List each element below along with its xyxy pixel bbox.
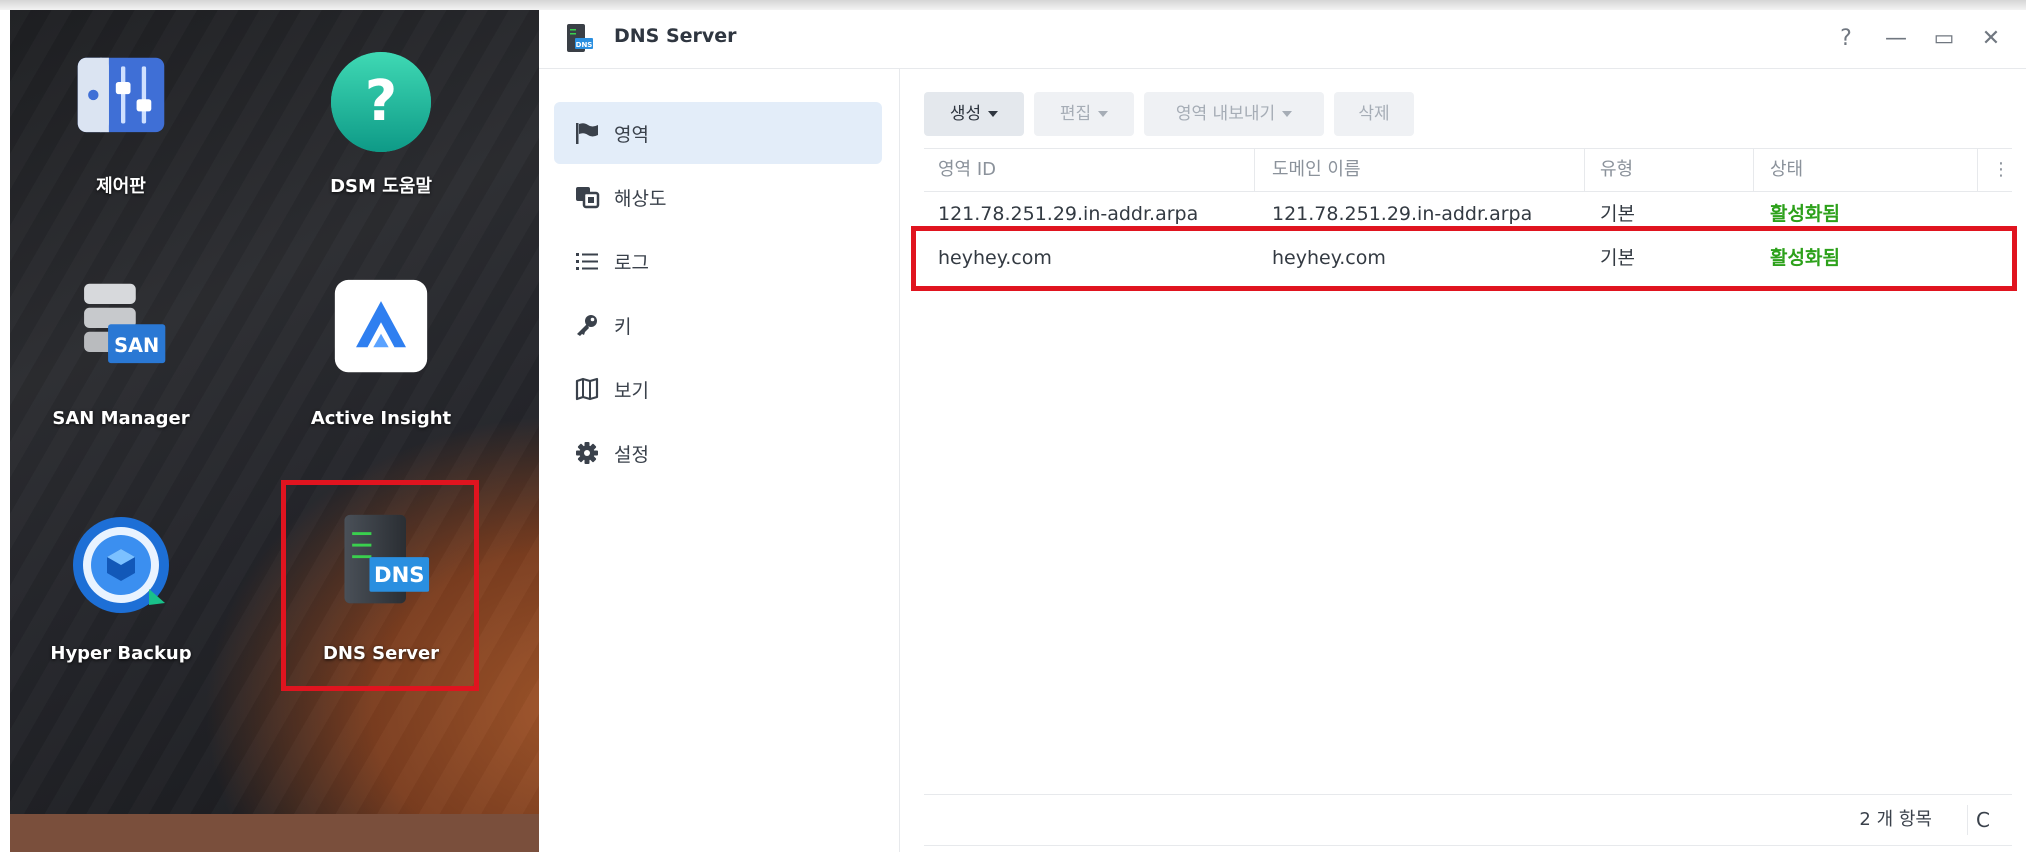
control-panel-icon (77, 57, 165, 133)
desktop: 제어판 ? DSM 도움말 SAN SAN Manager Active Ins… (10, 10, 539, 852)
sidebar-item-label: 영역 (614, 124, 649, 146)
column-header-domain[interactable]: 도메인 이름 (1272, 149, 1361, 191)
export-zone-button[interactable]: 영역 내보내기 (1144, 92, 1324, 136)
help-button[interactable]: ? (1831, 24, 1861, 54)
svg-text:?: ? (365, 69, 397, 134)
create-button[interactable]: 생성 (924, 92, 1024, 136)
sidebar-item-settings[interactable]: 설정 (554, 422, 882, 484)
sidebar-item-view[interactable]: 보기 (554, 358, 882, 420)
app-label: DSM 도움말 (330, 176, 432, 197)
column-divider[interactable] (1584, 149, 1585, 191)
chevron-down-icon (988, 111, 999, 117)
flag-icon (576, 123, 598, 144)
maximize-button[interactable]: ▭ (1929, 24, 1959, 54)
app-label: Hyper Backup (50, 643, 192, 664)
app-active-insight[interactable]: Active Insight (281, 279, 481, 440)
list-icon (576, 253, 598, 270)
highlight-box-dns-app (281, 480, 479, 691)
dns-server-window: DNS DNS Server ? — ▭ ✕ 영역 해상도 로그 키 보기 설정… (539, 10, 2026, 852)
active-insight-icon (334, 279, 428, 373)
sidebar: 영역 해상도 로그 키 보기 설정 (539, 68, 900, 852)
title-bar[interactable]: DNS DNS Server ? — ▭ ✕ (539, 10, 2026, 69)
gear-icon (576, 442, 598, 464)
resolution-icon (576, 187, 600, 209)
dns-server-app-icon: DNS (567, 24, 593, 52)
close-button[interactable]: ✕ (1976, 24, 2006, 54)
sidebar-item-label: 설정 (614, 444, 649, 466)
app-label: 제어판 (96, 176, 146, 197)
column-header-status[interactable]: 상태 (1770, 149, 1803, 191)
delete-button[interactable]: 삭제 (1334, 92, 1414, 136)
sidebar-item-key[interactable]: 키 (554, 294, 882, 356)
app-label: Active Insight (310, 408, 452, 429)
column-header-zone-id[interactable]: 영역 ID (938, 149, 996, 191)
column-divider[interactable] (1977, 149, 1978, 191)
window-title: DNS Server (614, 25, 737, 47)
sidebar-item-zone[interactable]: 영역 (554, 102, 882, 164)
sidebar-item-label: 키 (614, 316, 632, 338)
column-divider[interactable] (1254, 149, 1255, 191)
edit-button[interactable]: 편집 (1034, 92, 1134, 136)
refresh-icon[interactable]: C (1967, 805, 1998, 835)
san-badge-text: SAN (114, 334, 159, 357)
minimize-button[interactable]: — (1881, 24, 1911, 54)
app-control-panel[interactable]: 제어판 (21, 44, 221, 204)
sidebar-item-log[interactable]: 로그 (554, 230, 882, 292)
sidebar-item-label: 보기 (614, 380, 649, 402)
app-san-manager[interactable]: SAN SAN Manager (21, 280, 221, 440)
chevron-down-icon (1098, 111, 1109, 117)
sidebar-item-resolution[interactable]: 해상도 (554, 166, 882, 228)
sidebar-item-label: 로그 (614, 252, 649, 274)
wallpaper-floor (10, 814, 539, 852)
window-shadow (0, 0, 2026, 10)
app-hyper-backup[interactable]: Hyper Backup (21, 515, 221, 675)
help-question-icon: ? (331, 52, 431, 152)
table-footer: 2 개 항목 C (924, 794, 2012, 846)
column-options-icon[interactable]: ⋮ (1992, 149, 2010, 191)
sidebar-item-label: 해상도 (614, 188, 667, 210)
app-dsm-help[interactable]: ? DSM 도움말 (281, 44, 481, 204)
table-header: 영역 ID 도메인 이름 유형 상태 ⋮ (924, 148, 2012, 192)
export-zone-button-label: 영역 내보내기 (1175, 104, 1276, 124)
column-header-type[interactable]: 유형 (1600, 149, 1633, 191)
key-icon (577, 315, 597, 336)
create-button-label: 생성 (949, 104, 982, 124)
app-label: SAN Manager (52, 408, 190, 429)
chevron-down-icon (1282, 111, 1293, 117)
highlight-box-heyhey-row (911, 226, 2017, 291)
hyper-backup-icon (73, 517, 169, 613)
title-icon-badge: DNS (576, 41, 593, 49)
item-count: 2 개 항목 (1859, 809, 1932, 830)
edit-button-label: 편집 (1059, 104, 1092, 124)
column-divider[interactable] (1753, 149, 1754, 191)
san-manager-icon: SAN (84, 283, 166, 364)
map-icon (575, 377, 599, 401)
